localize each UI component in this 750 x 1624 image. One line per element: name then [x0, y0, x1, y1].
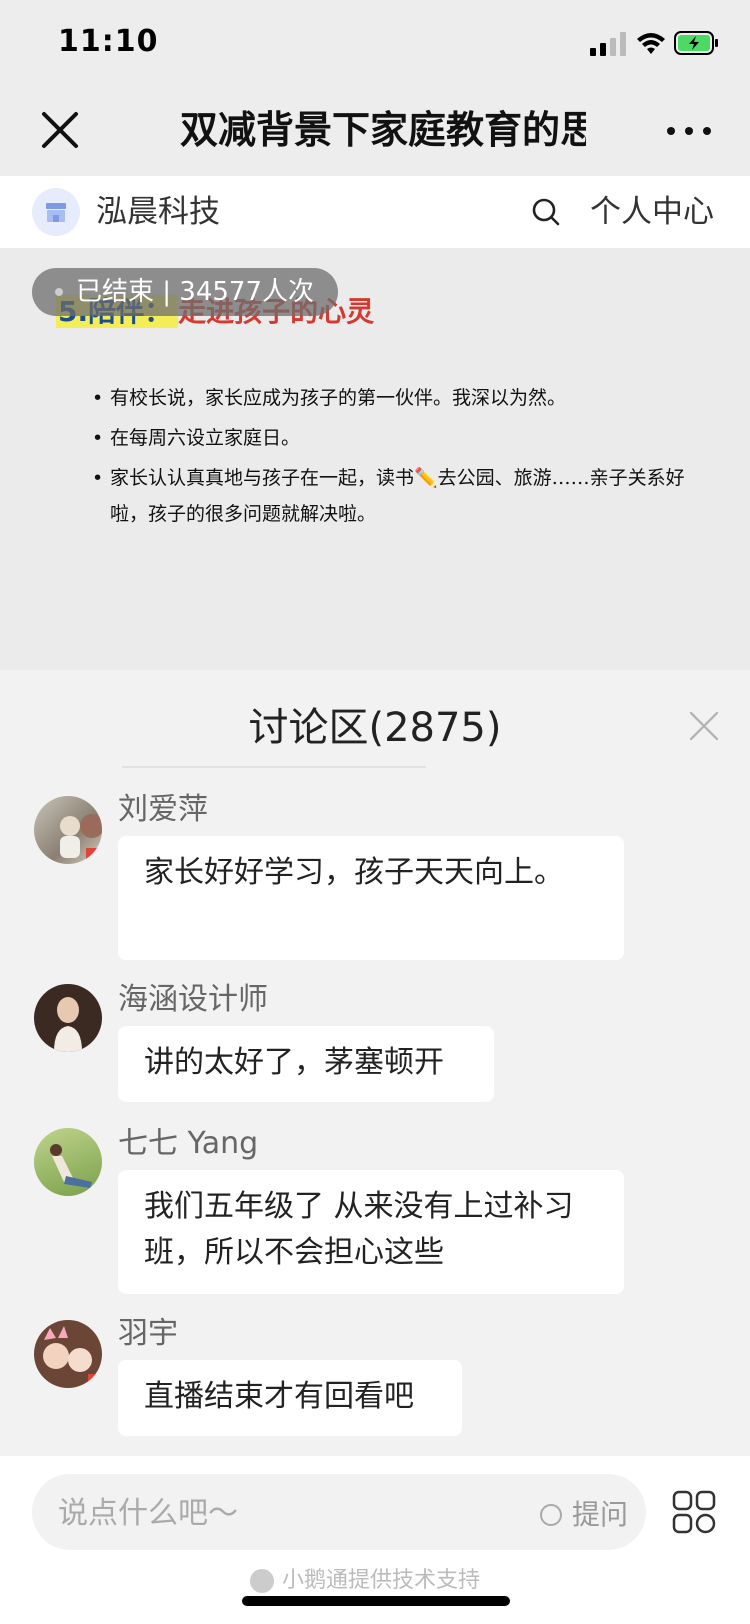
shop-logo[interactable]	[32, 188, 80, 236]
comment-username: 七七 Yang	[118, 1126, 259, 1161]
wifi-icon	[637, 33, 665, 54]
apps-grid-icon[interactable]	[672, 1490, 716, 1534]
comment-bubble: 直播结束才有回看吧	[118, 1360, 462, 1436]
personal-center-link[interactable]: 个人中心	[590, 192, 714, 232]
status-time: 11:10	[58, 24, 159, 59]
comment-username: 海涵设计师	[118, 982, 268, 1017]
avatar[interactable]	[34, 984, 102, 1052]
avatar-photo	[54, 997, 82, 1052]
avatar[interactable]	[34, 1128, 102, 1196]
close-icon[interactable]	[36, 106, 84, 154]
ask-question-label[interactable]: 提问	[572, 1496, 628, 1534]
xiaoe-logo-icon	[250, 1569, 274, 1593]
close-panel-icon[interactable]	[688, 710, 720, 742]
powered-by-text: 小鹅通提供技术支持	[282, 1568, 481, 1593]
slide-bullet: • 家长认认真真地与孩子在一起，读书✏️去公园、旅游……亲子关系好啦，孩子的很多问…	[92, 460, 692, 532]
slide-bullet: • 在每周六设立家庭日。	[92, 420, 692, 456]
battery-charging-icon	[674, 31, 718, 55]
comment-username: 刘爱萍	[118, 792, 208, 827]
comment-bubble: 讲的太好了，茅塞顿开	[118, 1026, 494, 1102]
comment-username: 羽宇	[118, 1316, 178, 1351]
slide-bullet-text: 家长认认真真地与孩子在一起，读书✏️去公园、旅游……亲子关系好啦，孩子的很多问题…	[110, 467, 685, 525]
slide-bullet-text: 在每周六设立家庭日。	[110, 427, 301, 449]
slide-bullet-text: 有校长说，家长应成为孩子的第一伙伴。我深以为然。	[110, 387, 567, 409]
comment-input-placeholder[interactable]: 说点什么吧～	[58, 1494, 238, 1534]
home-indicator	[242, 1596, 510, 1606]
more-options-icon[interactable]	[664, 116, 714, 146]
ask-question-radio[interactable]	[540, 1504, 562, 1526]
store-icon	[46, 203, 66, 222]
status-dot-icon	[55, 288, 63, 296]
slide-bullet: • 有校长说，家长应成为孩子的第一伙伴。我深以为然。	[92, 380, 692, 416]
discussion-title: 讨论区(2875)	[248, 705, 502, 751]
avatar[interactable]	[34, 796, 102, 864]
cellular-signal-icon	[590, 32, 626, 56]
page-title: 双减背景下家庭教育的思	[180, 108, 586, 152]
comment-bubble: 我们五年级了 从来没有上过补习班，所以不会担心这些	[118, 1170, 624, 1294]
avatar[interactable]	[34, 1320, 102, 1388]
title-divider	[122, 766, 426, 768]
avatar-photo	[43, 1326, 100, 1386]
avatar-photo	[60, 814, 102, 860]
search-icon[interactable]	[530, 196, 562, 228]
live-status-badge: 已结束 | 34577人次	[32, 268, 338, 316]
avatar-photo	[50, 1144, 92, 1188]
shop-name[interactable]: 泓晨科技	[96, 192, 220, 232]
comment-bubble: 家长好好学习，孩子天天向上。	[118, 836, 624, 960]
